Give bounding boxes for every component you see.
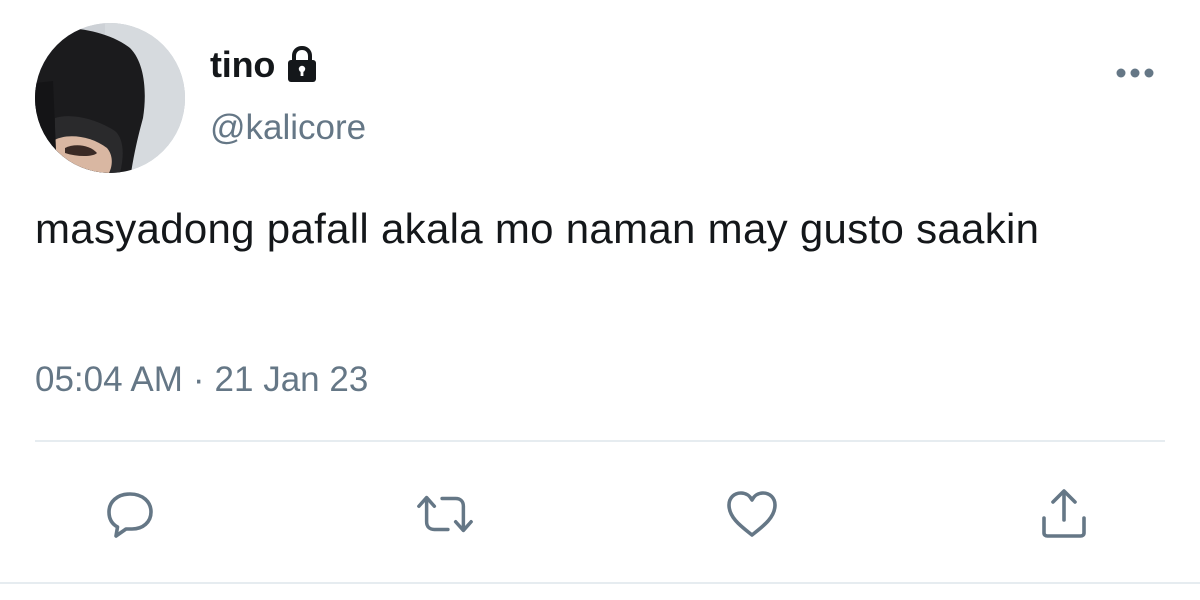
tweet-text: masyadong pafall akala mo naman may gust… <box>35 205 1040 252</box>
tweet-timestamp[interactable]: 05:04 AM · 21 Jan 23 <box>35 360 368 400</box>
avatar-photo <box>35 23 185 173</box>
reply-button[interactable] <box>100 484 160 544</box>
user-handle[interactable]: @kalicore <box>210 108 366 148</box>
retweet-icon <box>417 495 473 533</box>
like-button[interactable] <box>722 484 782 544</box>
divider <box>35 440 1165 442</box>
tweet-card: tino @kalicore masyadong pafall akala mo… <box>0 0 1200 600</box>
retweet-button[interactable] <box>415 484 475 544</box>
share-icon <box>1042 489 1086 538</box>
avatar[interactable] <box>35 23 185 173</box>
timestamp-separator: · <box>192 360 205 399</box>
more-dots-icon <box>1116 68 1154 78</box>
bottom-divider <box>0 582 1200 584</box>
heart-icon <box>727 491 777 537</box>
share-button[interactable] <box>1034 484 1094 544</box>
lock-icon <box>283 46 321 84</box>
tweet-date: 21 Jan 23 <box>214 360 369 399</box>
display-name[interactable]: tino <box>210 44 275 86</box>
name-row: tino <box>210 42 321 88</box>
reply-icon <box>107 492 153 538</box>
tweet-time: 05:04 AM <box>35 360 183 399</box>
more-options-button[interactable] <box>1112 58 1158 88</box>
